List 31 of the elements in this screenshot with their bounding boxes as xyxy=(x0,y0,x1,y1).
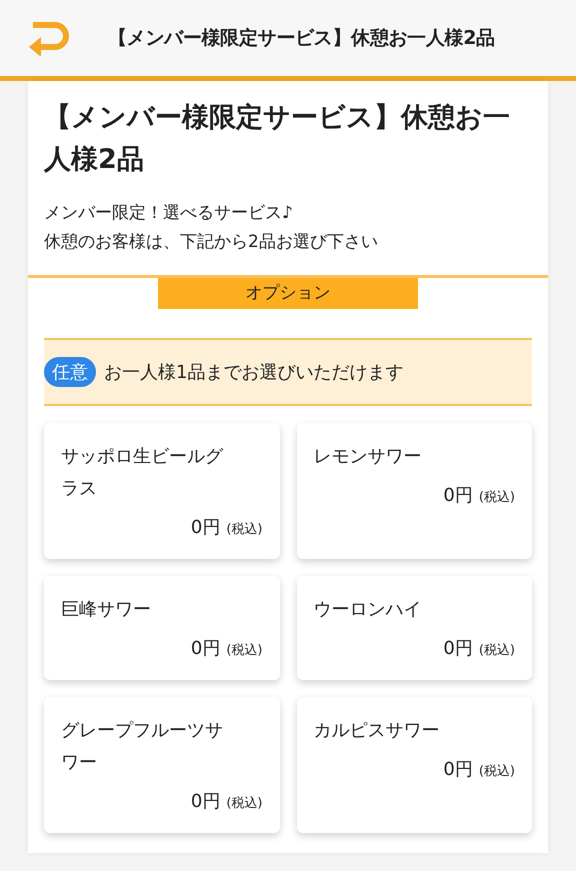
item-price: 0円 xyxy=(443,485,473,506)
optional-tag: 任意 xyxy=(44,357,96,387)
menu-item-card[interactable]: グレープフルーツサワー 0円 (税込) xyxy=(44,697,280,833)
item-name: 巨峰サワー xyxy=(61,598,152,622)
description-text: 休憩のお客様は、下記から2品お選び下さい xyxy=(44,231,379,254)
plan-title: 【メンバー様限定サービス】休憩お一人様2品 xyxy=(42,101,511,177)
item-price: 0円 xyxy=(190,517,220,538)
menu-item-card[interactable]: カルピスサワー 0円 (税込) xyxy=(296,697,532,833)
menu-item-card[interactable]: サッポロ生ビールグラス 0円 (税込) xyxy=(44,423,280,559)
item-name: レモンサワー xyxy=(314,445,422,469)
tax-note: (税込) xyxy=(478,490,515,505)
back-arrow-icon[interactable] xyxy=(27,20,71,56)
tax-note: (税込) xyxy=(226,796,262,811)
item-price: 0円 xyxy=(190,638,220,659)
notice-text: お一人様1品までお選びいただけます xyxy=(104,361,404,384)
tax-note: (税込) xyxy=(478,764,515,779)
menu-item-card[interactable]: ウーロンハイ 0円 (税込) xyxy=(296,576,532,680)
item-price: 0円 xyxy=(443,759,473,780)
description-text: メンバー限定！選べるサービス♪ xyxy=(44,202,294,225)
page-title: 【メンバー様限定サービス】休憩お一人様2品 xyxy=(108,26,495,51)
tax-note: (税込) xyxy=(478,643,515,658)
item-name: サッポロ生ビールグラス xyxy=(61,445,224,501)
menu-item-card[interactable]: レモンサワー 0円 (税込) xyxy=(296,423,532,559)
tax-note: (税込) xyxy=(226,522,262,537)
item-name: カルピスサワー xyxy=(314,719,440,743)
item-price: 0円 xyxy=(190,791,220,812)
item-name: ウーロンハイ xyxy=(314,598,422,622)
item-price: 0円 xyxy=(443,638,473,659)
menu-item-card[interactable]: 巨峰サワー 0円 (税込) xyxy=(44,576,280,680)
item-name: グレープフルーツサワー xyxy=(61,719,224,775)
tax-note: (税込) xyxy=(226,643,262,658)
